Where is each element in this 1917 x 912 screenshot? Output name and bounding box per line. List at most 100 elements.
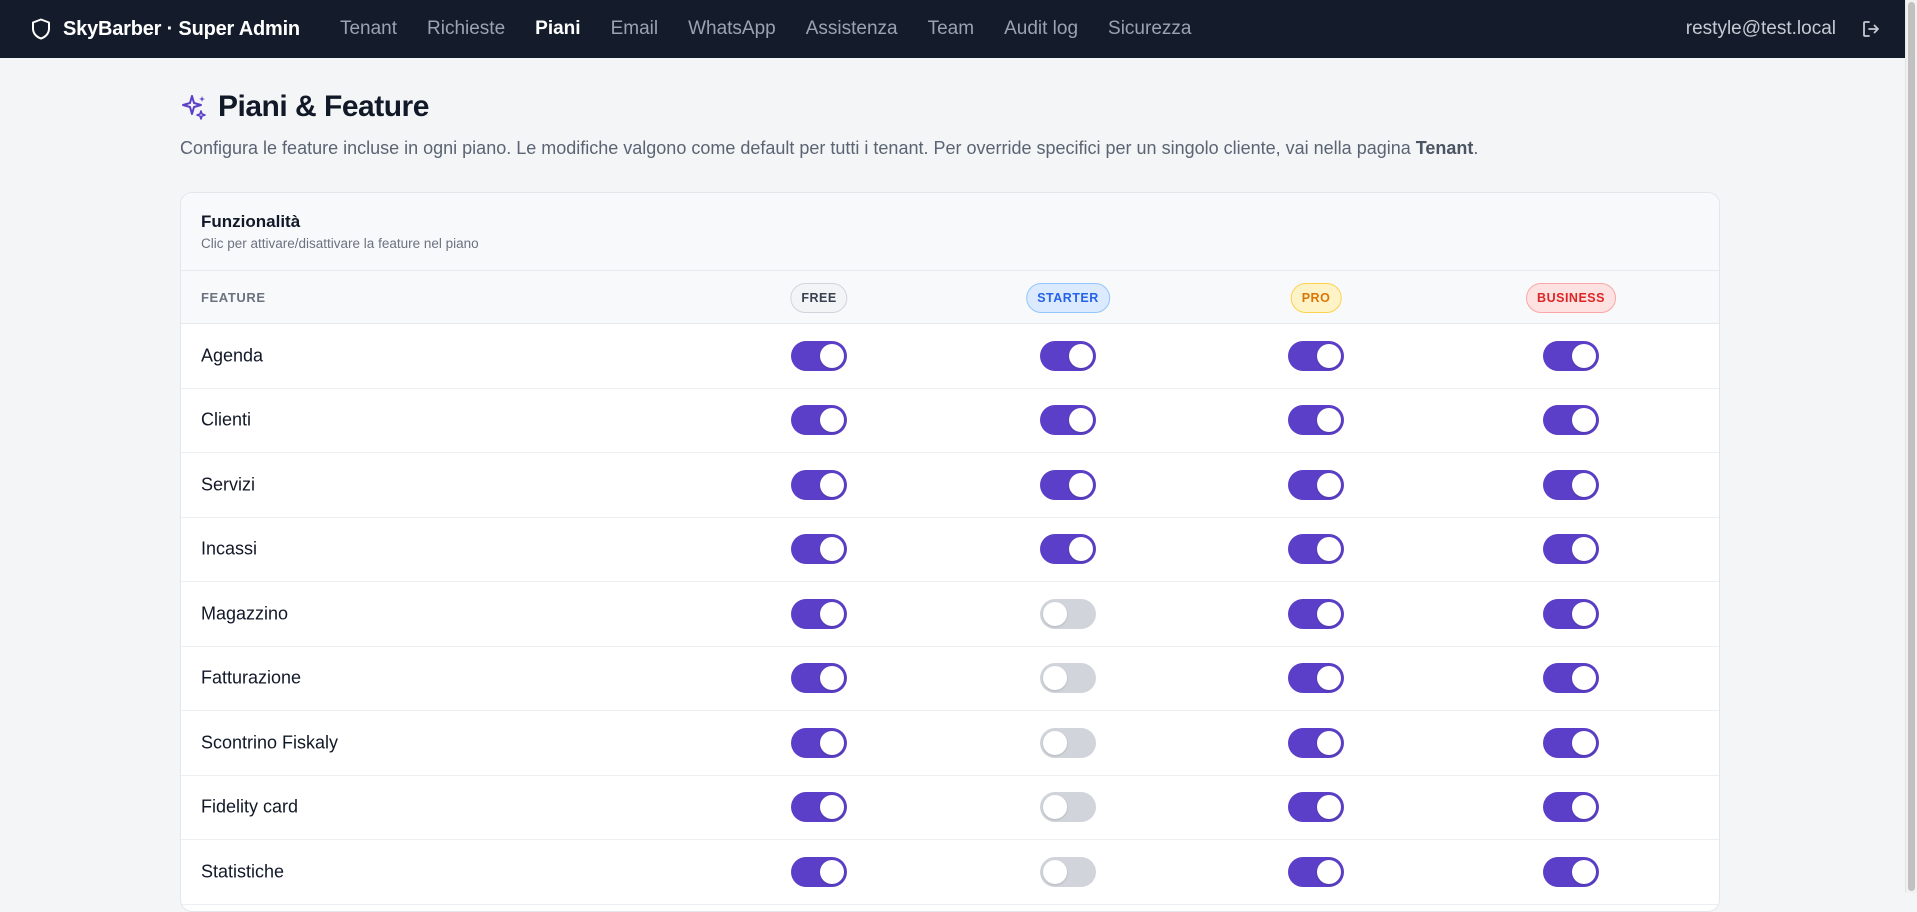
toggle-free[interactable] <box>791 469 847 500</box>
feature-label: Incassi <box>201 538 258 559</box>
brand-title: SkyBarber · Super Admin <box>63 17 300 40</box>
nav-item-assistenza[interactable]: Assistenza <box>806 18 898 40</box>
toggle-knob <box>820 537 844 562</box>
toggle-knob <box>1317 859 1341 884</box>
toggle-pro[interactable] <box>1288 534 1344 565</box>
table-header: FEATURE FREE STARTER PRO BUSINESS <box>181 271 1719 324</box>
toggle-free[interactable] <box>791 405 847 436</box>
toggle-free[interactable] <box>791 340 847 371</box>
toggle-free[interactable] <box>791 534 847 565</box>
feature-label: Clienti <box>201 409 252 430</box>
toggle-starter[interactable] <box>1040 792 1096 823</box>
table-row: Clienti <box>181 389 1719 453</box>
nav-item-email[interactable]: Email <box>611 18 659 40</box>
table-row: Scontrino Fiskaly <box>181 711 1719 776</box>
toggle-business[interactable] <box>1543 598 1599 629</box>
plan-badge-free: FREE <box>790 283 848 313</box>
toggle-knob <box>1317 601 1341 626</box>
table-row: Fatturazione <box>181 647 1719 711</box>
scrollbar-thumb[interactable] <box>1908 2 1915 891</box>
user-email: restyle@test.local <box>1685 18 1836 39</box>
toggle-knob <box>1043 795 1067 820</box>
brand[interactable]: SkyBarber · Super Admin <box>31 18 300 41</box>
toggle-knob <box>1043 859 1067 884</box>
toggle-pro[interactable] <box>1288 856 1344 887</box>
toggle-pro[interactable] <box>1288 340 1344 371</box>
toggle-business[interactable] <box>1543 856 1599 887</box>
page-scrollbar[interactable] <box>1905 0 1917 893</box>
toggle-starter[interactable] <box>1040 598 1096 629</box>
toggle-knob <box>1317 343 1341 368</box>
toggle-free[interactable] <box>791 663 847 694</box>
logout-icon[interactable] <box>1861 19 1881 39</box>
toggle-free[interactable] <box>791 856 847 887</box>
toggle-knob <box>820 795 844 820</box>
main-nav: Tenant Richieste Piani Email WhatsApp Assiste… <box>340 18 1222 40</box>
toggle-knob <box>1317 472 1341 497</box>
toggle-knob <box>1043 601 1067 626</box>
nav-item-tenant[interactable]: Tenant <box>340 18 397 40</box>
page-title: Piani & Feature <box>218 90 429 123</box>
toggle-starter[interactable] <box>1040 663 1096 694</box>
toggle-knob <box>1043 730 1067 755</box>
toggle-starter[interactable] <box>1040 405 1096 436</box>
toggle-knob <box>1572 343 1596 368</box>
feature-column-header: FEATURE <box>201 290 266 305</box>
feature-label: Agenda <box>201 345 264 366</box>
nav-item-team[interactable]: Team <box>928 18 974 40</box>
toggle-starter[interactable] <box>1040 856 1096 887</box>
toggle-business[interactable] <box>1543 534 1599 565</box>
toggle-business[interactable] <box>1543 727 1599 758</box>
card-subtitle: Clic per attivare/disattivare la feature… <box>201 236 479 251</box>
table-row: Agenda <box>181 324 1719 389</box>
tenant-page-reference: Tenant <box>1415 138 1474 158</box>
main-content: Piani & Feature Configura le feature inc… <box>180 58 1720 912</box>
toggle-pro[interactable] <box>1288 663 1344 694</box>
toggle-knob <box>1572 408 1596 433</box>
toggle-knob <box>1572 537 1596 562</box>
plan-badge-pro: PRO <box>1290 283 1342 313</box>
table-row: Magazzino <box>181 582 1719 647</box>
feature-label: Servizi <box>201 474 256 495</box>
card-title: Funzionalità <box>201 212 301 231</box>
toggle-knob <box>1317 795 1341 820</box>
toggle-knob <box>820 343 844 368</box>
nav-item-whatsapp[interactable]: WhatsApp <box>688 18 776 40</box>
toggle-free[interactable] <box>791 598 847 629</box>
toggle-knob <box>1317 666 1341 691</box>
toggle-business[interactable] <box>1543 469 1599 500</box>
toggle-starter[interactable] <box>1040 340 1096 371</box>
toggle-knob <box>820 601 844 626</box>
toggle-knob <box>1317 730 1341 755</box>
toggle-starter[interactable] <box>1040 534 1096 565</box>
toggle-knob <box>1572 795 1596 820</box>
toggle-knob <box>1069 472 1093 497</box>
toggle-pro[interactable] <box>1288 405 1344 436</box>
toggle-business[interactable] <box>1543 792 1599 823</box>
nav-item-sicurezza[interactable]: Sicurezza <box>1108 18 1191 40</box>
plan-badge-business: BUSINESS <box>1526 283 1616 313</box>
toggle-knob <box>1572 601 1596 626</box>
nav-item-richieste[interactable]: Richieste <box>427 18 505 40</box>
toggle-knob <box>1317 537 1341 562</box>
toggle-knob <box>1069 343 1093 368</box>
toggle-knob <box>820 472 844 497</box>
toggle-business[interactable] <box>1543 405 1599 436</box>
toggle-business[interactable] <box>1543 663 1599 694</box>
toggle-pro[interactable] <box>1288 727 1344 758</box>
toggle-starter[interactable] <box>1040 469 1096 500</box>
toggle-knob <box>820 730 844 755</box>
top-navigation-bar: SkyBarber · Super Admin Tenant Richieste P… <box>0 0 1905 58</box>
nav-item-piani[interactable]: Piani <box>535 18 580 40</box>
toggle-business[interactable] <box>1543 340 1599 371</box>
feature-label: Statistiche <box>201 861 285 882</box>
toggle-pro[interactable] <box>1288 792 1344 823</box>
page-description-text: Configura le feature incluse in ogni pia… <box>180 138 1416 158</box>
toggle-pro[interactable] <box>1288 469 1344 500</box>
toggle-starter[interactable] <box>1040 727 1096 758</box>
nav-item-audit-log[interactable]: Audit log <box>1004 18 1078 40</box>
toggle-pro[interactable] <box>1288 598 1344 629</box>
toggle-free[interactable] <box>791 792 847 823</box>
table-row: Fidelity card <box>181 776 1719 840</box>
toggle-free[interactable] <box>791 727 847 758</box>
